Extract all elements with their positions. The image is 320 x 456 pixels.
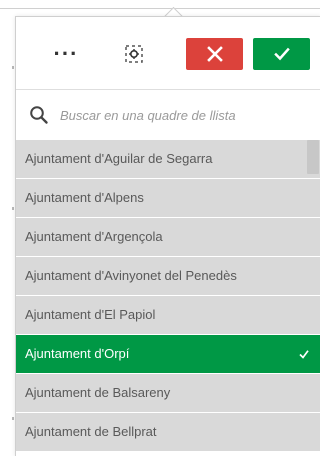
selection-tool-button[interactable]	[120, 38, 148, 70]
list-item-label: Ajuntament d'Avinyonet del Penedès	[25, 268, 237, 283]
list-item-label: Ajuntament de Bellprat	[25, 424, 157, 439]
list-item-label: Ajuntament de Balsareny	[25, 385, 171, 400]
list-item-label: Ajuntament d'Argençola	[25, 229, 163, 244]
background-mark	[12, 66, 14, 69]
selection-tool-icon	[125, 45, 143, 63]
list-item[interactable]: Ajuntament d'Argençola	[16, 218, 320, 256]
list-item[interactable]: Ajuntament d'Avinyonet del Penedès	[16, 257, 320, 295]
close-icon	[206, 46, 223, 62]
list-item-label: Ajuntament d'El Papiol	[25, 307, 156, 322]
search-input[interactable]	[60, 102, 310, 128]
cancel-selection-button[interactable]	[186, 38, 243, 70]
confirm-selection-button[interactable]	[253, 38, 310, 70]
list-item[interactable]: Ajuntament d'Alpens	[16, 179, 320, 217]
page: ··· Buscar en una quadre de llista Ajunt…	[0, 0, 320, 456]
background-mark	[12, 417, 14, 420]
list-item-label: Ajuntament d'Orpí	[25, 346, 130, 361]
list-item-label: Ajuntament d'Aguilar de Segarra	[25, 151, 213, 166]
list-item[interactable]: Ajuntament de Bellprat	[16, 413, 320, 451]
vertical-scrollbar[interactable]	[307, 140, 319, 456]
scrollbar-thumb[interactable]	[307, 140, 319, 174]
listbox-items: Ajuntament d'Aguilar de Segarra Ajuntame…	[16, 140, 320, 456]
list-item[interactable]: Ajuntament de Balsareny	[16, 374, 320, 412]
search-icon	[30, 106, 48, 124]
more-options-button[interactable]: ···	[49, 38, 83, 70]
listbox-popover: ··· Buscar en una quadre de llista Ajunt…	[15, 16, 320, 456]
check-icon	[273, 47, 290, 61]
top-divider	[0, 8, 320, 9]
search-row	[16, 90, 320, 142]
background-mark	[12, 207, 14, 210]
selected-list-item[interactable]: Ajuntament d'Orpí	[16, 335, 320, 373]
more-horizontal-icon: ···	[53, 41, 79, 66]
list-item[interactable]: Ajuntament d'El Papiol	[16, 296, 320, 334]
list-item[interactable]: Ajuntament d'Aguilar de Segarra	[16, 140, 320, 178]
selection-toolbar: ···	[16, 17, 320, 90]
list-item-label: Ajuntament d'Alpens	[25, 190, 144, 205]
